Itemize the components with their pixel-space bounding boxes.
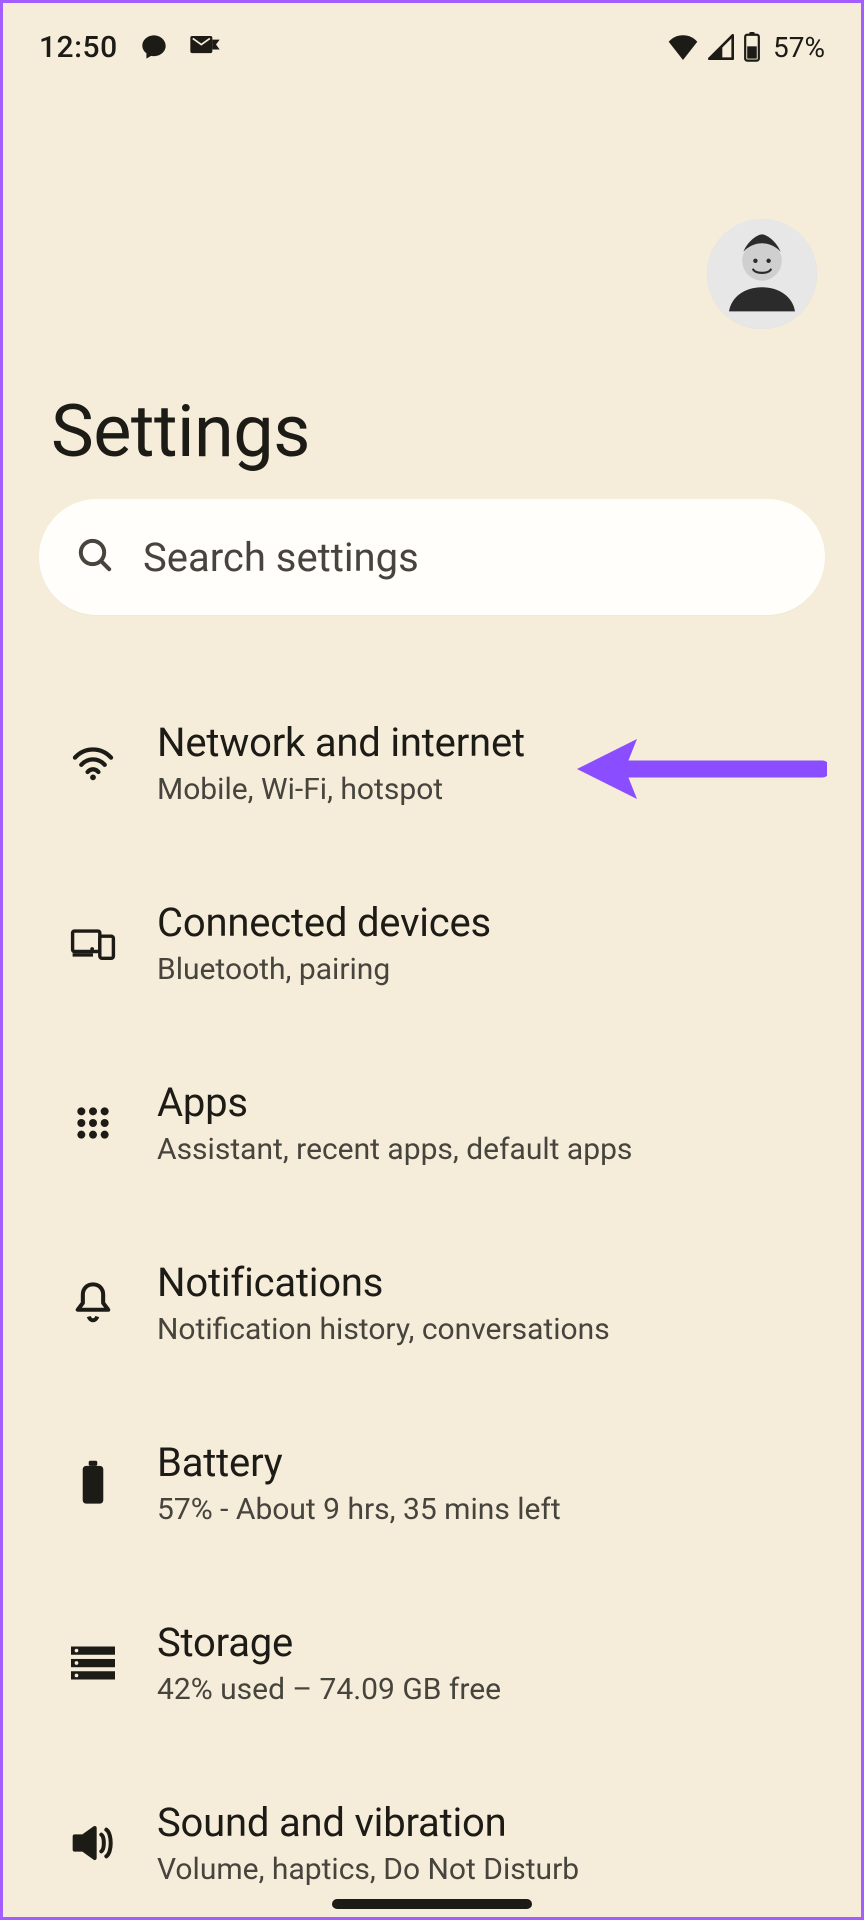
battery-status-icon	[743, 32, 761, 62]
wifi-status-icon	[667, 34, 699, 60]
storage-icon	[69, 1639, 117, 1687]
setting-subtitle: Bluetooth, pairing	[157, 952, 491, 987]
setting-subtitle: Notification history, conversations	[157, 1312, 610, 1347]
devices-icon	[69, 919, 117, 967]
battery-percentage: 57%	[773, 31, 825, 64]
setting-item-connected-devices[interactable]: Connected devices Bluetooth, pairing	[3, 853, 861, 1033]
setting-subtitle: Volume, haptics, Do Not Disturb	[157, 1852, 579, 1887]
setting-item-apps[interactable]: Apps Assistant, recent apps, default app…	[3, 1033, 861, 1213]
page-title: Settings	[51, 389, 310, 474]
setting-item-network[interactable]: Network and internet Mobile, Wi-Fi, hots…	[3, 673, 861, 853]
search-bar[interactable]: Search settings	[39, 499, 825, 615]
settings-list: Network and internet Mobile, Wi-Fi, hots…	[3, 673, 861, 1920]
setting-subtitle: Assistant, recent apps, default apps	[157, 1132, 632, 1167]
apps-icon	[69, 1099, 117, 1147]
search-placeholder: Search settings	[143, 534, 419, 581]
setting-title: Apps	[157, 1079, 632, 1126]
profile-avatar[interactable]	[707, 219, 817, 329]
setting-subtitle: Mobile, Wi-Fi, hotspot	[157, 772, 525, 807]
setting-item-battery[interactable]: Battery 57% - About 9 hrs, 35 mins left	[3, 1393, 861, 1573]
battery-icon	[69, 1459, 117, 1507]
signal-icon	[707, 34, 735, 60]
status-bar: 12:50 57%	[3, 3, 861, 79]
setting-item-notifications[interactable]: Notifications Notification history, conv…	[3, 1213, 861, 1393]
status-time: 12:50	[39, 30, 118, 65]
setting-title: Network and internet	[157, 719, 525, 766]
setting-item-sound[interactable]: Sound and vibration Volume, haptics, Do …	[3, 1753, 861, 1920]
setting-title: Connected devices	[157, 899, 491, 946]
setting-subtitle: 57% - About 9 hrs, 35 mins left	[157, 1492, 561, 1527]
setting-title: Battery	[157, 1439, 561, 1486]
mail-icon	[190, 36, 220, 58]
setting-title: Storage	[157, 1619, 501, 1666]
setting-title: Notifications	[157, 1259, 610, 1306]
setting-title: Sound and vibration	[157, 1799, 579, 1846]
setting-item-storage[interactable]: Storage 42% used – 74.09 GB free	[3, 1573, 861, 1753]
bell-icon	[69, 1279, 117, 1327]
chat-icon	[140, 33, 168, 61]
wifi-icon	[69, 739, 117, 787]
nav-handle[interactable]	[332, 1899, 532, 1909]
volume-icon	[69, 1819, 117, 1867]
setting-subtitle: 42% used – 74.09 GB free	[157, 1672, 501, 1707]
search-icon	[75, 535, 115, 579]
